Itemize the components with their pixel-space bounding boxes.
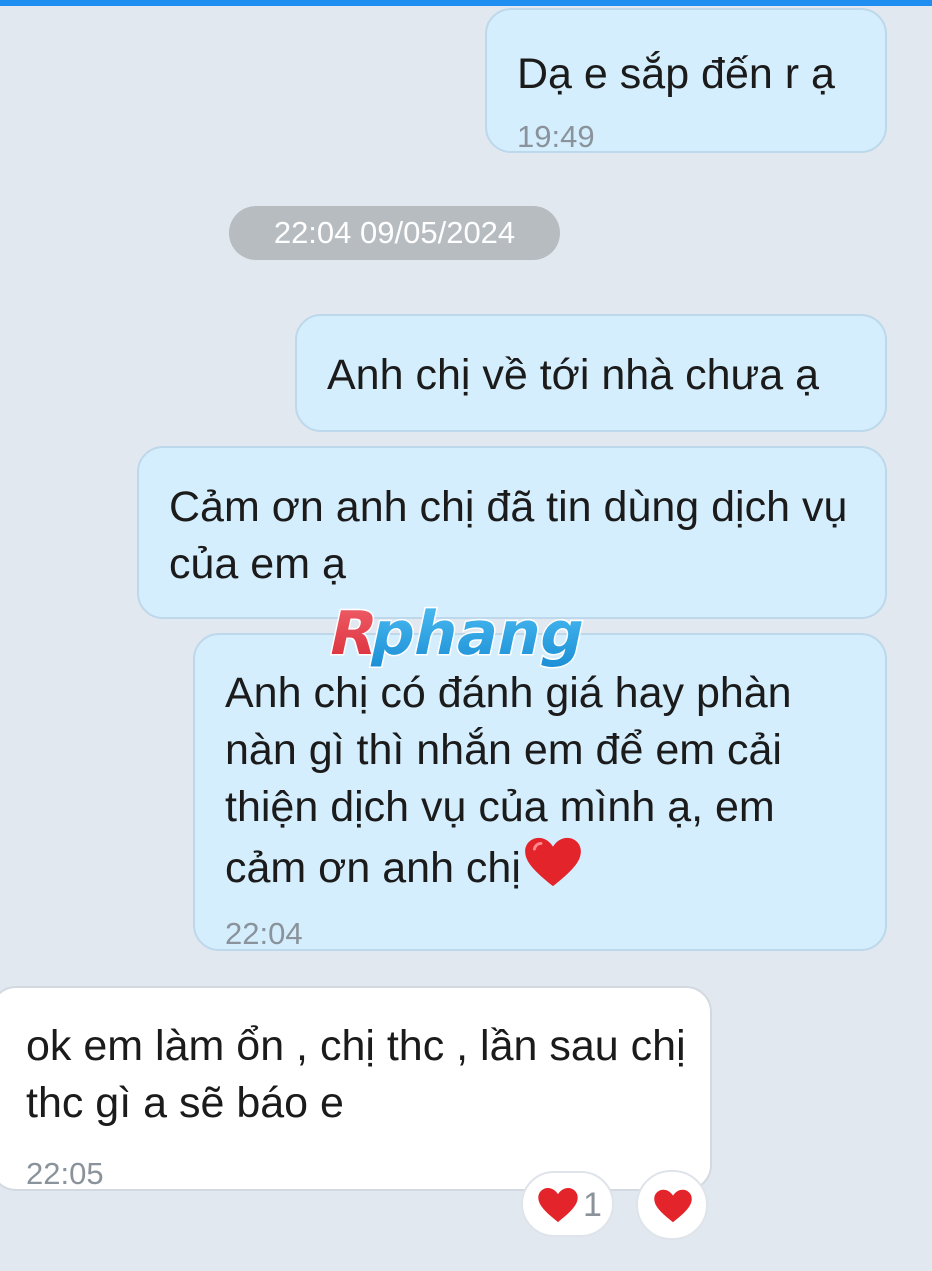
- outgoing-message[interactable]: Anh chị về tới nhà chưa ạ: [295, 314, 887, 432]
- top-accent-bar: [0, 0, 932, 6]
- message-text: Cảm ơn anh chị đã tin dùng dịch vụ của e…: [169, 483, 860, 588]
- add-reaction-button[interactable]: [636, 1170, 708, 1240]
- message-text: Dạ e sắp đến r ạ: [517, 50, 835, 98]
- incoming-message[interactable]: ok em làm ổn , chị thc , lần sau chị thc…: [0, 986, 712, 1191]
- outgoing-message[interactable]: Anh chị có đánh giá hay phàn nàn gì thì …: [193, 633, 887, 951]
- heart-icon: [653, 1188, 693, 1229]
- date-separator: 22:04 09/05/2024: [229, 206, 560, 260]
- message-text: ok em làm ổn , chị thc , lần sau chị thc…: [26, 1022, 698, 1127]
- message-time: 22:04: [225, 916, 303, 951]
- heart-emoji-icon: [523, 836, 583, 903]
- outgoing-message[interactable]: Dạ e sắp đến r ạ 19:49: [485, 8, 887, 154]
- message-text: Anh chị có đánh giá hay phàn nàn gì thì …: [225, 665, 865, 903]
- outgoing-message[interactable]: Cảm ơn anh chị đã tin dùng dịch vụ của e…: [137, 446, 887, 619]
- reaction-count-badge[interactable]: 1: [521, 1171, 614, 1237]
- reaction-count: 1: [583, 1186, 602, 1224]
- message-time: 19:49: [517, 119, 595, 154]
- heart-icon: [537, 1186, 579, 1229]
- message-text-content: Anh chị có đánh giá hay phàn nàn gì thì …: [225, 669, 804, 892]
- message-text: Anh chị về tới nhà chưa ạ: [327, 351, 820, 399]
- message-time: 22:05: [26, 1156, 104, 1191]
